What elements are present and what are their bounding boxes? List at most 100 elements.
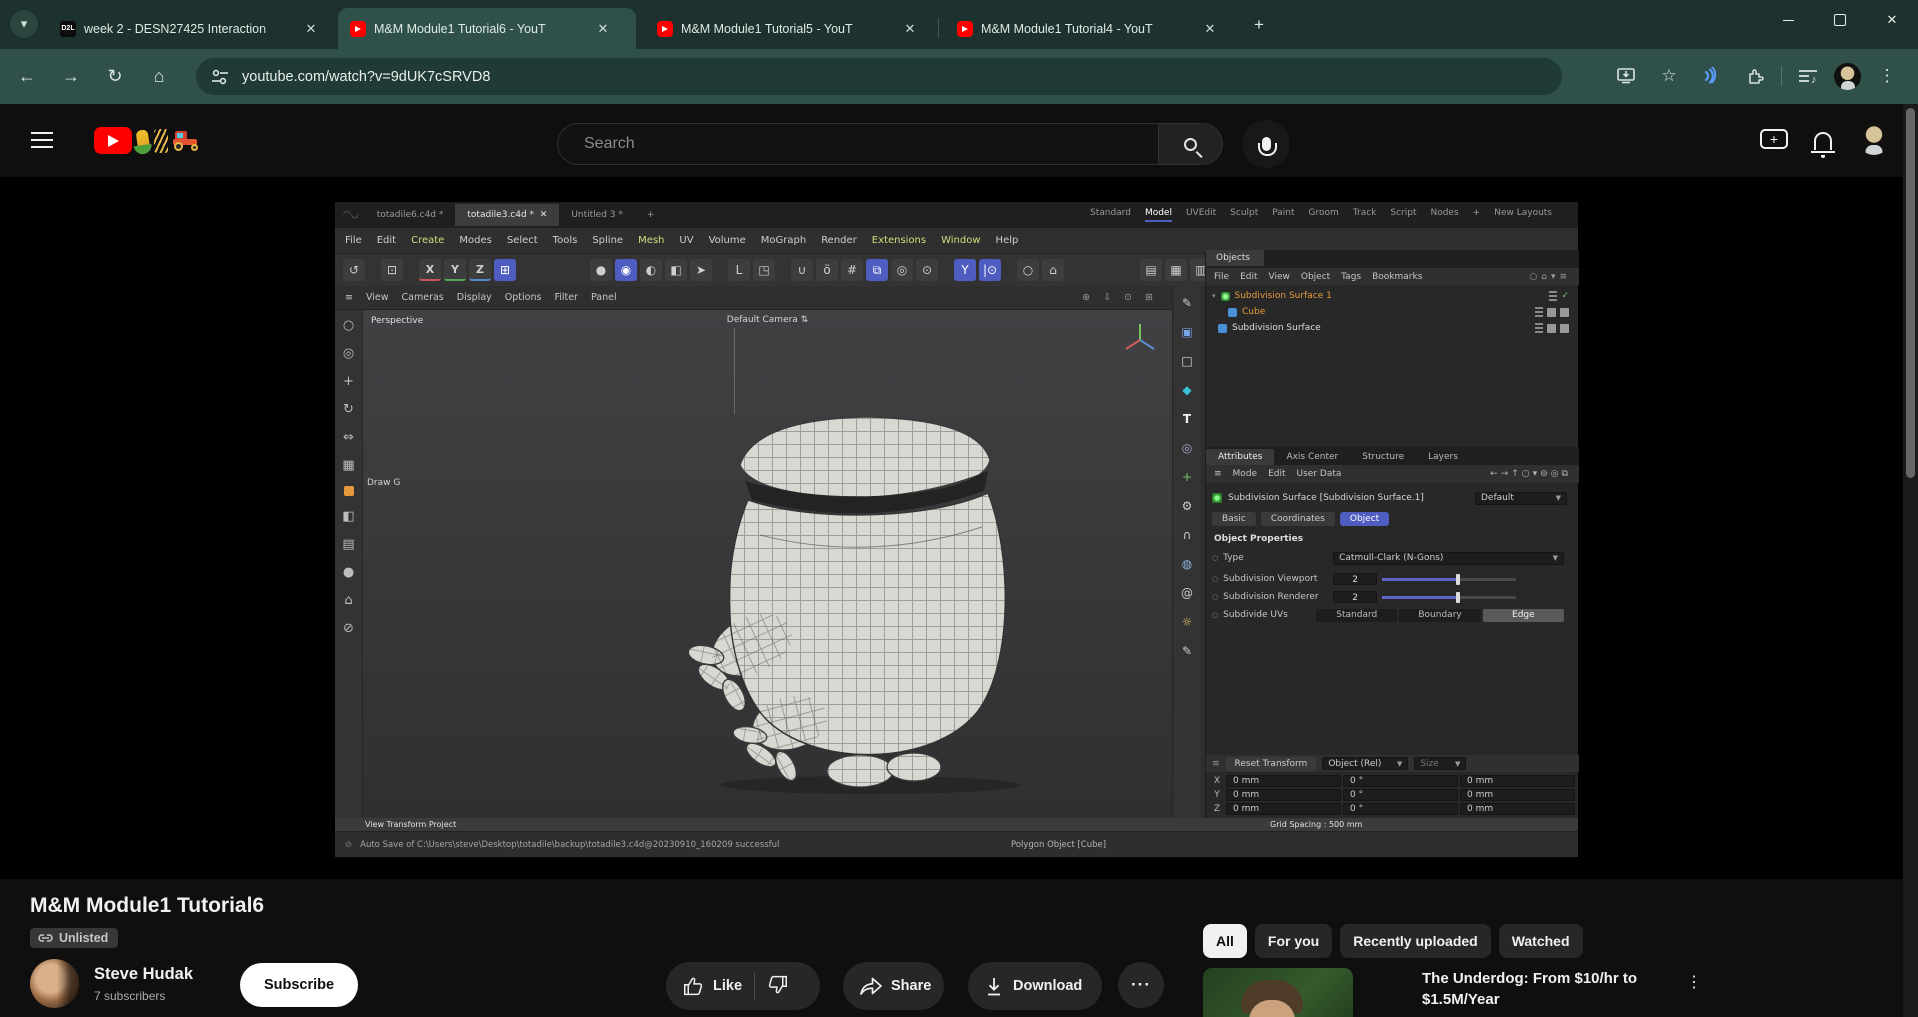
video-player[interactable]: ◠◡ totadile6.c4d * totadile3.c4d * ✕ Unt… (0, 177, 1918, 879)
c4d-menu-item[interactable]: Mesh (638, 235, 664, 246)
c4d-menu-item[interactable]: Window (941, 235, 980, 246)
new-tab-button[interactable]: + (1246, 12, 1272, 38)
volume-icon[interactable]: ⌂ (1042, 259, 1064, 281)
viewport-menu-item[interactable]: Cameras (402, 292, 444, 303)
key-circle-icon[interactable]: ○ (1212, 611, 1218, 619)
type-dropdown[interactable]: Catmull-Clark (N-Gons)▼ (1333, 552, 1564, 565)
subdivide-icon[interactable]: ö (816, 259, 838, 281)
half-shade-icon[interactable]: ◧ (342, 509, 354, 524)
dislike-button[interactable] (767, 974, 804, 999)
snap-icon[interactable]: ⧉ (866, 259, 888, 281)
c4d-layout-tab[interactable]: Groom (1309, 208, 1339, 222)
target-icon[interactable]: ◎ (891, 259, 913, 281)
scale-x-field[interactable]: 0 mm (1460, 775, 1575, 787)
bookmark-star-icon[interactable]: ☆ (1652, 59, 1686, 93)
objects-panel-icons[interactable]: ○⌂▾≡ (1529, 272, 1571, 282)
axis-z-button[interactable]: Z (469, 259, 491, 281)
download-button[interactable]: Download (968, 962, 1102, 1010)
cube-icon[interactable]: ◆ (1182, 383, 1191, 397)
value-field[interactable]: 2 (1333, 591, 1377, 603)
viewport-menu-item[interactable]: Panel (591, 292, 617, 303)
account-avatar[interactable] (1858, 123, 1890, 155)
position-z-field[interactable]: 0 mm (1226, 803, 1341, 815)
back-icon[interactable]: ← (10, 60, 44, 94)
c4d-layout-tab[interactable]: Sculpt (1230, 208, 1258, 222)
move-tool-icon[interactable]: + (343, 374, 354, 389)
attributes-menu-item[interactable]: User Data (1297, 469, 1342, 479)
objects-menu-item[interactable]: File (1214, 272, 1229, 282)
uv-option-button[interactable]: Boundary (1399, 609, 1480, 622)
attributes-tab[interactable]: Structure (1350, 449, 1416, 465)
box-tool-icon[interactable]: ⊡ (381, 259, 403, 281)
objects-menu-item[interactable]: Tags (1341, 272, 1361, 282)
coords-mode-dropdown[interactable]: Object (Rel)▼ (1322, 757, 1408, 770)
tab-close-icon[interactable]: ✕ (1201, 20, 1219, 38)
search-box[interactable] (557, 123, 1158, 165)
phong-tag-icon[interactable] (1547, 308, 1556, 317)
filter-chip[interactable]: Watched (1499, 924, 1583, 958)
value-field[interactable]: 2 (1333, 573, 1377, 585)
guide-menu-icon[interactable] (31, 132, 53, 148)
browser-tab-3[interactable]: M&M Module1 Tutorial5 - YouT ✕ (645, 8, 930, 49)
scale-y-field[interactable]: 0 mm (1460, 789, 1575, 801)
layer-dots-icon[interactable] (1535, 323, 1543, 333)
undo-icon[interactable]: ↺ (343, 259, 365, 281)
sphere-icon[interactable]: ○ (1017, 259, 1039, 281)
target-tag-icon[interactable]: ◎ (1182, 441, 1192, 455)
attributes-menu-item[interactable]: Mode (1233, 469, 1258, 479)
attributes-tab[interactable]: Attributes (1206, 449, 1274, 465)
tab-close-icon[interactable]: ✕ (302, 20, 320, 38)
square-icon[interactable]: □ (1181, 354, 1192, 368)
layout-b-icon[interactable]: ▦ (1165, 259, 1187, 281)
mirror-icon[interactable]: |⊙ (979, 259, 1001, 281)
home-view-icon[interactable]: ⌂ (344, 593, 352, 608)
media-controls-icon[interactable]: ♪ (1791, 59, 1825, 93)
objects-menu-item[interactable]: Edit (1240, 272, 1257, 282)
scale-z-field[interactable]: 0 mm (1460, 803, 1575, 815)
related-video-menu-icon[interactable]: ⋮ (1686, 972, 1702, 992)
filter-chip[interactable]: Recently uploaded (1340, 924, 1490, 958)
globe-icon[interactable]: ◍ (1182, 557, 1192, 571)
channel-name[interactable]: Steve Hudak (94, 965, 193, 984)
key-circle-icon[interactable]: ○ (1212, 554, 1218, 562)
uv-tag-icon[interactable] (1560, 324, 1569, 333)
enabled-check-icon[interactable]: ✓ (1561, 291, 1569, 301)
close-button[interactable]: ✕ (1866, 0, 1918, 40)
attribute-section-tab[interactable]: Basic (1212, 512, 1256, 526)
reload-icon[interactable]: ↻ (98, 60, 132, 94)
objects-menu-item[interactable]: Object (1301, 272, 1330, 282)
attribute-section-tab[interactable]: Coordinates (1261, 512, 1335, 526)
live-select-icon[interactable]: ◎ (343, 346, 354, 361)
rotation-h-field[interactable]: 0 ° (1343, 775, 1458, 787)
c4d-menu-item[interactable]: Render (821, 235, 857, 246)
axis-y-button[interactable]: Y (444, 259, 466, 281)
render-view-icon[interactable]: ● (590, 259, 612, 281)
extensions-icon[interactable] (1738, 59, 1772, 93)
tab-search-icon[interactable]: ▾ (10, 10, 38, 38)
viewport-burger-icon[interactable]: ≡ (345, 292, 353, 303)
filter-chip[interactable]: All (1203, 924, 1247, 958)
rotate-tool-icon[interactable]: ↻ (343, 402, 354, 417)
text-tool-icon[interactable]: T (1183, 412, 1191, 426)
attributes-tab[interactable]: Layers (1416, 449, 1470, 465)
page-scrollbar[interactable] (1903, 104, 1918, 1017)
material-icon[interactable]: ◐ (640, 259, 662, 281)
pen-icon[interactable]: ✎ (1182, 296, 1192, 310)
cursor-tool-icon[interactable]: ➤ (690, 259, 712, 281)
render-settings-icon[interactable]: ◉ (615, 259, 637, 281)
like-button[interactable]: Like (666, 976, 742, 997)
viewport-menu-item[interactable]: Display (457, 292, 492, 303)
c4d-doc-tab[interactable]: Untitled 3 * (559, 204, 635, 226)
objects-tab[interactable]: Objects (1206, 250, 1264, 266)
tree-row-subdivision-surface[interactable]: Subdivision Surface (1206, 320, 1579, 336)
viewport-menu-item[interactable]: View (366, 292, 389, 303)
layer-dots-icon[interactable] (1535, 307, 1543, 317)
viewport-camera-label[interactable]: Default Camera ⇅ (727, 315, 808, 325)
annotation-icon[interactable]: @ (1181, 586, 1193, 600)
filter-chip[interactable]: For you (1255, 924, 1332, 958)
minimize-button[interactable] (1762, 0, 1814, 40)
c4d-layout-tab[interactable]: Model (1145, 208, 1172, 222)
c4d-menu-item[interactable]: Tools (553, 235, 578, 246)
coords-size-dropdown[interactable]: Size▼ (1414, 757, 1466, 770)
add-icon[interactable]: + (1182, 470, 1192, 484)
